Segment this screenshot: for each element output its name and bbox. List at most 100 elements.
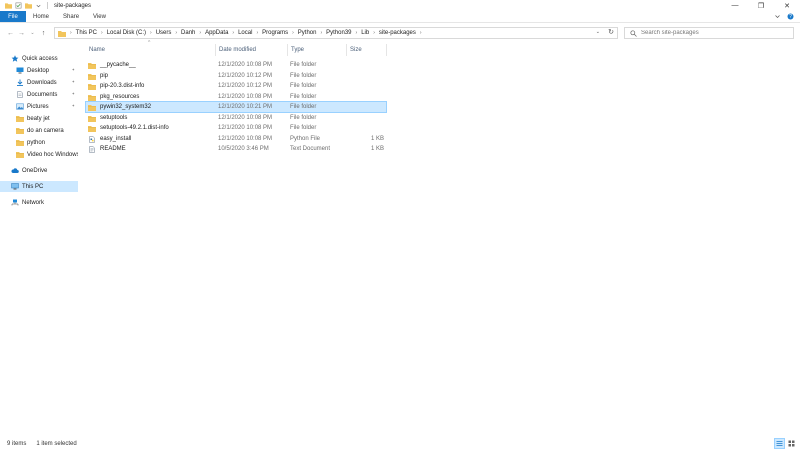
back-button[interactable]: ←	[5, 28, 16, 39]
breadcrumb-item[interactable]: Python	[295, 30, 320, 36]
refresh-button[interactable]: ↻	[608, 28, 614, 36]
view-toggle	[774, 438, 796, 449]
sidebar-item[interactable]: do an camera	[0, 125, 78, 136]
search-input[interactable]	[641, 30, 781, 36]
new-folder-icon[interactable]	[25, 2, 32, 9]
sidebar-item[interactable]: OneDrive	[0, 165, 78, 176]
breadcrumb-item[interactable]: Lib	[358, 30, 372, 36]
pin-icon: ✦	[71, 103, 75, 108]
table-row[interactable]: pip 12/1/2020 10:12 PM File folder	[86, 71, 386, 81]
file-size	[348, 60, 384, 70]
column-header-name[interactable]: Name	[89, 44, 105, 56]
address-bar[interactable]: › This PC › Local Disk (C:) › Users › Danh › AppD…	[54, 27, 618, 39]
selection-count: 1 item selected	[36, 441, 77, 447]
breadcrumb-item[interactable]: Python39	[323, 30, 354, 36]
column-divider[interactable]	[215, 44, 216, 56]
sidebar-item[interactable]: This PC	[0, 181, 78, 192]
file-name: README	[100, 146, 126, 152]
table-row[interactable]: __pycache__ 12/1/2020 10:08 PM File folder	[86, 60, 386, 70]
pin-icon: ✦	[71, 79, 75, 84]
up-button[interactable]: ↑	[38, 28, 49, 39]
breadcrumb-item[interactable]: Programs	[259, 30, 291, 36]
column-divider[interactable]	[287, 44, 288, 56]
address-dropdown-button[interactable]: ⌄	[596, 29, 600, 35]
toolbar-divider	[47, 2, 48, 9]
sidebar-item-label: beaty jet	[27, 115, 50, 122]
chevron-down-icon[interactable]	[774, 13, 781, 20]
details-view-icon[interactable]	[774, 438, 785, 449]
folder-icon	[16, 140, 24, 146]
star-icon	[11, 55, 19, 62]
sidebar-item-label: Quick access	[22, 55, 58, 62]
sidebar-item[interactable]: Pictures ✦	[0, 101, 78, 112]
file-type: File folder	[290, 125, 317, 131]
forward-button[interactable]: →	[16, 28, 27, 39]
file-date: 12/1/2020 10:08 PM	[218, 62, 273, 68]
file-date: 12/1/2020 10:12 PM	[218, 83, 273, 89]
file-name-cell: pip-20.3.dist-info	[88, 81, 144, 91]
minimize-button[interactable]: —	[722, 0, 748, 11]
file-name: pywin32_system32	[100, 104, 152, 110]
table-row[interactable]: setuptools-49.2.1.dist-info 12/1/2020 10:…	[86, 123, 386, 133]
sidebar-item[interactable]: Desktop ✦	[0, 65, 78, 76]
python-file-icon	[89, 135, 95, 143]
breadcrumb-item[interactable]: Users	[153, 30, 175, 36]
file-name: __pycache__	[100, 62, 136, 68]
sidebar-item[interactable]: beaty jet	[0, 113, 78, 124]
table-row[interactable]: pywin32_system32 12/1/2020 10:21 PM File f…	[85, 101, 387, 113]
maximize-button[interactable]: ❐	[748, 0, 774, 11]
sidebar-item[interactable]: Downloads ✦	[0, 77, 78, 88]
table-row[interactable]: easy_install 12/1/2020 10:08 PM Python Fil…	[86, 134, 386, 144]
help-icon[interactable]: ?	[787, 13, 794, 20]
column-header-type[interactable]: Type	[291, 44, 304, 56]
sort-caret-icon: ^	[148, 40, 151, 46]
breadcrumb-item[interactable]: AppData	[202, 30, 231, 36]
pin-icon: ✦	[71, 91, 75, 96]
file-name: easy_install	[100, 136, 132, 142]
properties-icon[interactable]	[15, 2, 22, 9]
breadcrumb-item[interactable]: Local	[235, 30, 255, 36]
file-type: File folder	[290, 104, 317, 110]
folder-icon	[88, 73, 96, 80]
column-header-size[interactable]: Size	[350, 44, 362, 56]
breadcrumb-item[interactable]: This PC	[73, 30, 100, 36]
file-date: 12/1/2020 10:12 PM	[218, 73, 273, 79]
sidebar-item[interactable]: Quick access	[0, 53, 78, 64]
table-row[interactable]: setuptools 12/1/2020 10:08 PM File folder	[86, 113, 386, 123]
search-box[interactable]	[624, 27, 794, 39]
navigation-row: ← → ⌄ ↑ › This PC › Local Disk (C:) › Users › D…	[0, 24, 800, 42]
column-header-date[interactable]: Date modified	[219, 44, 256, 56]
tab-file[interactable]: File	[0, 11, 26, 22]
window-controls: — ❐ ✕	[722, 0, 800, 11]
file-name-cell: pkg_resources	[88, 92, 139, 102]
close-button[interactable]: ✕	[774, 0, 800, 11]
sidebar-item[interactable]: Documents ✦	[0, 89, 78, 100]
table-row[interactable]: pkg_resources 12/1/2020 10:08 PM File fold…	[86, 92, 386, 102]
cloud-icon	[11, 168, 19, 173]
column-divider[interactable]	[346, 44, 347, 56]
large-icons-view-icon[interactable]	[787, 439, 796, 448]
tab-home[interactable]: Home	[26, 11, 56, 22]
breadcrumb-item[interactable]: Danh	[178, 30, 198, 36]
breadcrumb-item[interactable]: Local Disk (C:)	[104, 30, 149, 36]
sidebar-item[interactable]: Video hoc Windows	[0, 149, 78, 160]
sidebar-item[interactable]: Network	[0, 197, 78, 208]
column-divider[interactable]	[386, 44, 387, 56]
chevron-down-icon[interactable]	[35, 2, 42, 9]
sidebar-item[interactable]: python	[0, 137, 78, 148]
breadcrumb-separator-icon[interactable]: ›	[419, 30, 423, 36]
title-bar: site-packages — ❐ ✕	[0, 0, 800, 11]
table-row[interactable]: README 10/5/2020 3:46 PM Text Document 1 KB	[86, 144, 386, 154]
sidebar-item-label: Network	[22, 199, 45, 206]
folder-icon	[16, 128, 24, 134]
file-size	[348, 92, 384, 102]
table-row[interactable]: pip-20.3.dist-info 12/1/2020 10:12 PM File…	[86, 81, 386, 91]
tab-view[interactable]: View	[86, 11, 113, 22]
sidebar-item-label: Video hoc Windows	[27, 151, 78, 158]
recent-locations-button[interactable]: ⌄	[27, 28, 38, 39]
folder-icon	[88, 62, 96, 69]
document-icon	[17, 91, 23, 98]
pin-icon: ✦	[71, 67, 75, 72]
breadcrumb-item[interactable]: site-packages	[376, 30, 419, 36]
tab-share[interactable]: Share	[56, 11, 86, 22]
